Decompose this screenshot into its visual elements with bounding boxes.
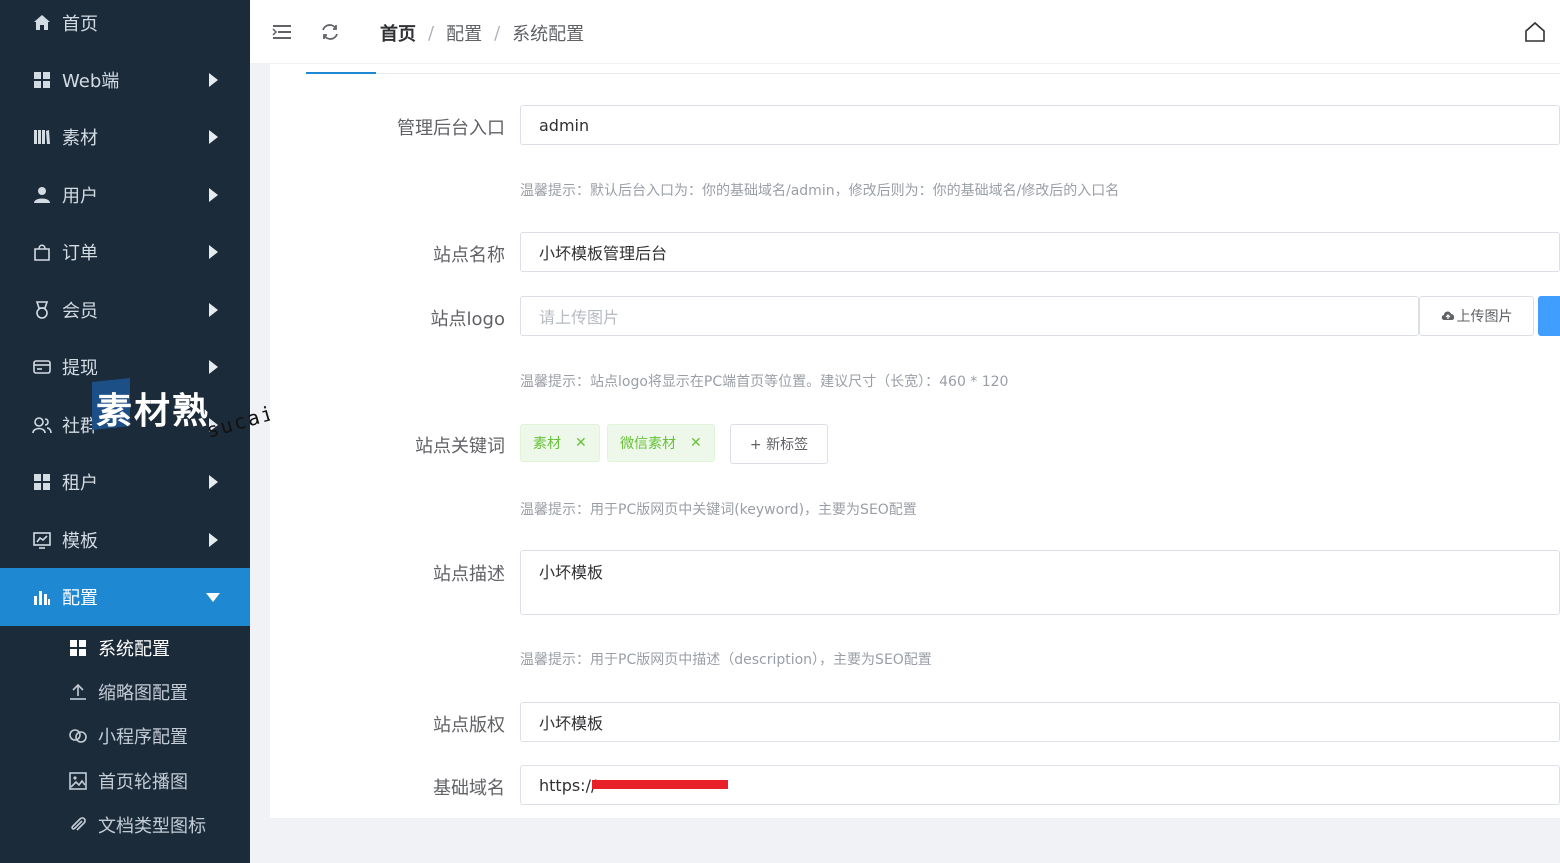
sidebar-subitem-label: 文档类型图标 bbox=[98, 816, 206, 837]
sidebar-item-tenants[interactable]: 租户 bbox=[0, 453, 250, 510]
site-description-label: 站点描述 bbox=[433, 564, 505, 585]
breadcrumb-system-config: 系统配置 bbox=[512, 24, 585, 45]
keyword-tag-label: 素材 bbox=[533, 436, 561, 452]
sidebar-item-web[interactable]: Web端 bbox=[0, 51, 250, 108]
sidebar-item-label: 用户 bbox=[62, 185, 98, 207]
sidebar-item-home[interactable]: 首页 bbox=[0, 0, 250, 51]
admin-entry-hint: 温馨提示：默认后台入口为：你的基础域名/admin，修改后则为：你的基础域名/修… bbox=[520, 183, 1120, 199]
site-description-textarea[interactable]: 小坏模板 bbox=[520, 550, 1560, 615]
medal-icon bbox=[32, 300, 52, 320]
top-header: 首页 / 配置 / 系统配置 bbox=[250, 0, 1560, 64]
home-icon bbox=[32, 13, 52, 33]
site-keywords-hint: 温馨提示：用于PC版网页中关键词(keyword)，主要为SEO配置 bbox=[520, 502, 917, 518]
sidebar-item-templates[interactable]: 模板 bbox=[0, 511, 250, 568]
sidebar-subitem-label: 小程序配置 bbox=[98, 727, 188, 748]
site-name-label: 站点名称 bbox=[433, 245, 505, 266]
caret-right-icon bbox=[209, 474, 218, 489]
site-logo-input[interactable]: 请上传图片 bbox=[520, 296, 1419, 336]
image-icon bbox=[68, 771, 88, 791]
tab-divider bbox=[306, 73, 1560, 74]
caret-right-icon bbox=[209, 72, 218, 87]
sidebar-subitem-doc-type-icons[interactable]: 文档类型图标 bbox=[0, 803, 250, 847]
card-icon bbox=[32, 357, 52, 377]
grid-icon bbox=[32, 70, 52, 90]
breadcrumb-separator: / bbox=[494, 22, 501, 44]
upload-image-button[interactable]: 上传图片 bbox=[1419, 296, 1534, 336]
caret-down-icon bbox=[206, 593, 220, 602]
sidebar-item-label: 首页 bbox=[62, 13, 98, 35]
sidebar-item-label: 模板 bbox=[62, 530, 98, 552]
sidebar-item-label: Web端 bbox=[62, 70, 120, 92]
home-icon[interactable] bbox=[1523, 20, 1547, 44]
logo-action-button[interactable] bbox=[1538, 296, 1560, 336]
sidebar-item-label: 租户 bbox=[62, 472, 98, 494]
close-icon[interactable]: ✕ bbox=[575, 435, 587, 451]
sidebar-item-label: 配置 bbox=[62, 588, 98, 609]
base-domain-label: 基础域名 bbox=[433, 778, 505, 799]
settings-form-card: 管理后台入口 admin 温馨提示：默认后台入口为：你的基础域名/admin，修… bbox=[270, 64, 1560, 818]
sidebar-item-label: 素材 bbox=[62, 127, 98, 149]
grid-icon bbox=[68, 638, 88, 658]
upload-image-label: 上传图片 bbox=[1456, 309, 1513, 325]
caret-right-icon bbox=[209, 302, 218, 317]
sidebar-item-materials[interactable]: 素材 bbox=[0, 108, 250, 165]
keyword-tag: 素材 ✕ bbox=[520, 424, 600, 462]
sidebar-subitem-system-config[interactable]: 系统配置 bbox=[0, 626, 250, 670]
site-logo-label: 站点logo bbox=[430, 309, 505, 330]
admin-entry-label: 管理后台入口 bbox=[397, 118, 505, 139]
site-keywords-label: 站点关键词 bbox=[415, 436, 505, 457]
sidebar-item-label: 会员 bbox=[62, 300, 98, 322]
group-icon bbox=[32, 415, 52, 435]
site-name-input[interactable]: 小坏模板管理后台 bbox=[520, 232, 1560, 272]
upload-icon bbox=[68, 682, 88, 702]
breadcrumb-config[interactable]: 配置 bbox=[446, 20, 482, 46]
breadcrumb-home[interactable]: 首页 bbox=[380, 20, 416, 46]
sidebar-subitem-label: 缩略图配置 bbox=[98, 683, 188, 704]
menu-toggle-icon[interactable] bbox=[270, 20, 294, 44]
sidebar-item-settings[interactable]: 配置 bbox=[0, 568, 250, 626]
keyword-tag: 微信素材 ✕ bbox=[607, 424, 715, 462]
cloud-upload-icon bbox=[1441, 311, 1454, 320]
caret-right-icon bbox=[209, 129, 218, 144]
admin-entry-input[interactable]: admin bbox=[520, 105, 1560, 145]
sidebar-subitem-home-carousel[interactable]: 首页轮播图 bbox=[0, 759, 250, 803]
chart-board-icon bbox=[32, 530, 52, 550]
caret-right-icon bbox=[209, 187, 218, 202]
site-copyright-input[interactable]: 小坏模板 bbox=[520, 702, 1560, 742]
sidebar-item-label: 订单 bbox=[62, 242, 98, 264]
bag-icon bbox=[32, 242, 52, 262]
keyword-tag-label: 微信素材 bbox=[620, 436, 676, 452]
site-logo-hint: 温馨提示：站点logo将显示在PC端首页等位置。建议尺寸（长宽）：460 * 1… bbox=[520, 374, 1009, 390]
close-icon[interactable]: ✕ bbox=[690, 435, 702, 451]
sidebar-item-membership[interactable]: 会员 bbox=[0, 281, 250, 338]
redaction-mark bbox=[592, 780, 728, 789]
new-tag-button[interactable]: + 新标签 bbox=[730, 424, 828, 464]
sidebar-item-users[interactable]: 用户 bbox=[0, 166, 250, 223]
watermark-brand: 素材熟 bbox=[96, 391, 211, 432]
link-icon bbox=[68, 726, 88, 746]
site-copyright-label: 站点版权 bbox=[433, 715, 505, 736]
sidebar-item-orders[interactable]: 订单 bbox=[0, 223, 250, 280]
site-description-hint: 温馨提示：用于PC版网页中描述（description），主要为SEO配置 bbox=[520, 652, 932, 668]
breadcrumb-separator: / bbox=[428, 22, 435, 44]
sidebar-subitem-thumbnail-config[interactable]: 缩略图配置 bbox=[0, 670, 250, 714]
active-tab-indicator bbox=[306, 72, 376, 74]
sidebar-subitem-label: 首页轮播图 bbox=[98, 772, 188, 793]
bar-chart-icon bbox=[32, 587, 52, 607]
sidebar-subitem-miniprogram-config[interactable]: 小程序配置 bbox=[0, 714, 250, 758]
sidebar-subitem-label: 系统配置 bbox=[98, 639, 170, 660]
sidebar: 首页 Web端 素材 用户 订单 会员 提现 社群 租户 模板 配置 系统配置 … bbox=[0, 0, 359, 863]
caret-right-icon bbox=[209, 244, 218, 259]
caret-right-icon bbox=[209, 532, 218, 547]
breadcrumb: 首页 / 配置 / 系统配置 bbox=[380, 20, 584, 46]
refresh-icon[interactable] bbox=[318, 20, 342, 44]
paperclip-icon bbox=[68, 815, 88, 835]
user-icon bbox=[32, 185, 52, 205]
library-icon bbox=[32, 127, 52, 147]
grid-icon bbox=[32, 472, 52, 492]
